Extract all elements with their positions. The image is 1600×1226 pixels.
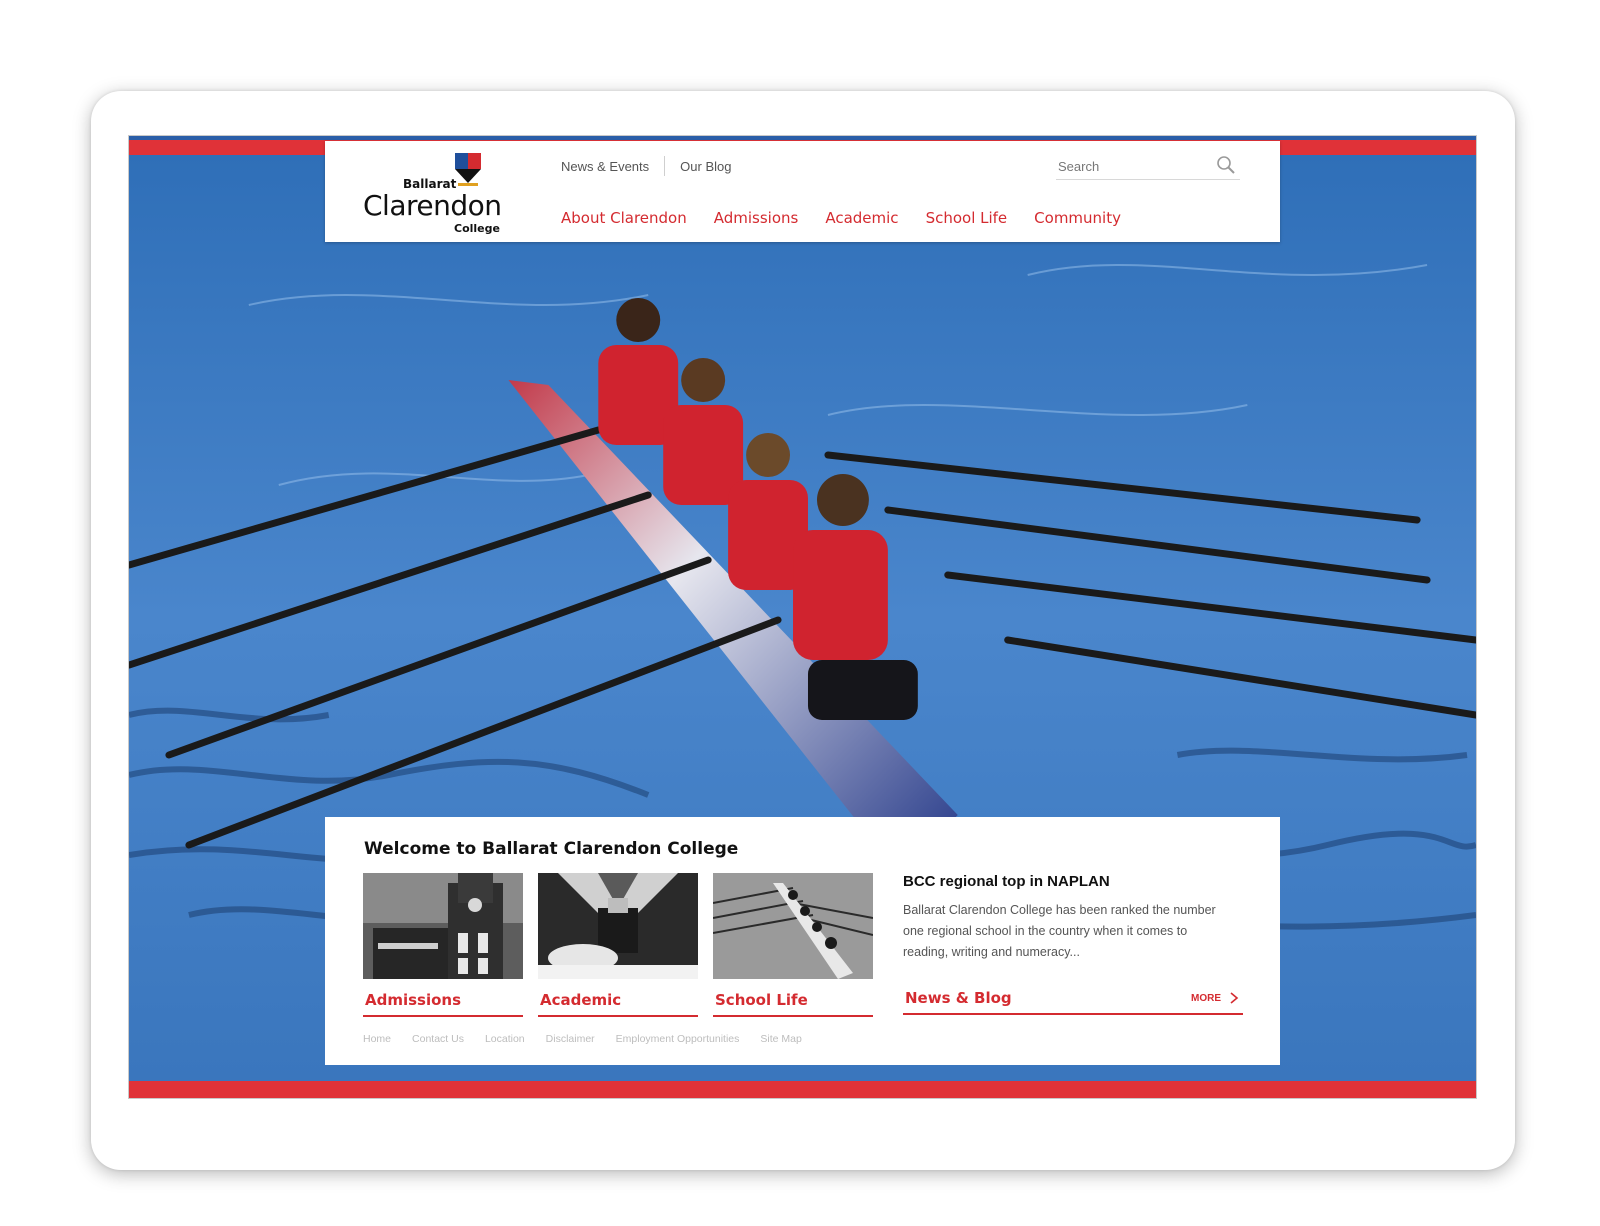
news-block: BCC regional top in NAPLAN Ballarat Clar…	[903, 873, 1243, 1015]
footer-link-home[interactable]: Home	[363, 1033, 391, 1045]
footer-link-employment[interactable]: Employment Opportunities	[616, 1033, 740, 1045]
news-footer: News & Blog MORE	[903, 989, 1243, 1015]
rowing-team-photo-icon	[713, 873, 873, 979]
nav-school-life[interactable]: School Life	[926, 209, 1008, 227]
welcome-heading: Welcome to Ballarat Clarendon College	[364, 839, 739, 859]
utility-nav: News & Events Our Blog	[561, 156, 731, 176]
college-logo[interactable]: Ballarat Clarendon College	[363, 153, 503, 235]
tile-academic[interactable]: Academic	[538, 873, 698, 1017]
website-viewport: Ballarat Clarendon College News & Events…	[128, 135, 1477, 1099]
more-link[interactable]: MORE	[1191, 992, 1239, 1004]
news-blog-link[interactable]: News & Blog	[905, 989, 1012, 1007]
footer-link-location[interactable]: Location	[485, 1033, 525, 1045]
footer-link-contact-us[interactable]: Contact Us	[412, 1033, 464, 1045]
tile-label-admissions: Admissions	[363, 991, 523, 1017]
logo-college-text: College	[454, 222, 500, 235]
tile-school-life[interactable]: School Life	[713, 873, 873, 1017]
nav-community[interactable]: Community	[1034, 209, 1121, 227]
nav-academic[interactable]: Academic	[825, 209, 898, 227]
main-nav: About Clarendon Admissions Academic Scho…	[561, 209, 1148, 227]
magnifier-icon[interactable]	[1216, 155, 1236, 175]
search-box	[1056, 151, 1240, 180]
footer-nav: Home Contact Us Location Disclaimer Empl…	[363, 1033, 823, 1045]
nav-admissions[interactable]: Admissions	[714, 209, 799, 227]
util-divider	[664, 156, 666, 176]
site-header: Ballarat Clarendon College News & Events…	[325, 141, 1280, 242]
shield-icon	[455, 153, 481, 186]
tile-label-academic: Academic	[538, 991, 698, 1017]
student-blazer-photo-icon	[538, 873, 698, 979]
news-body: Ballarat Clarendon College has been rank…	[903, 903, 1216, 959]
top-blue-rule	[129, 136, 1476, 140]
tile-label-school-life: School Life	[713, 991, 873, 1017]
tile-admissions[interactable]: Admissions	[363, 873, 523, 1017]
footer-link-disclaimer[interactable]: Disclaimer	[546, 1033, 595, 1045]
welcome-panel: Welcome to Ballarat Clarendon College Ad…	[325, 817, 1280, 1065]
building-photo-icon	[363, 873, 523, 979]
nav-about-clarendon[interactable]: About Clarendon	[561, 209, 687, 227]
more-label: MORE	[1191, 992, 1221, 1004]
chevron-right-icon	[1230, 992, 1239, 1004]
bottom-red-bar	[129, 1081, 1476, 1098]
news-title[interactable]: BCC regional top in NAPLAN	[903, 873, 1243, 890]
util-link-news-events[interactable]: News & Events	[561, 159, 649, 174]
footer-link-site-map[interactable]: Site Map	[760, 1033, 801, 1045]
logo-clarendon-text: Clarendon	[363, 189, 502, 222]
util-link-our-blog[interactable]: Our Blog	[680, 159, 731, 174]
search-input[interactable]	[1056, 156, 1211, 176]
